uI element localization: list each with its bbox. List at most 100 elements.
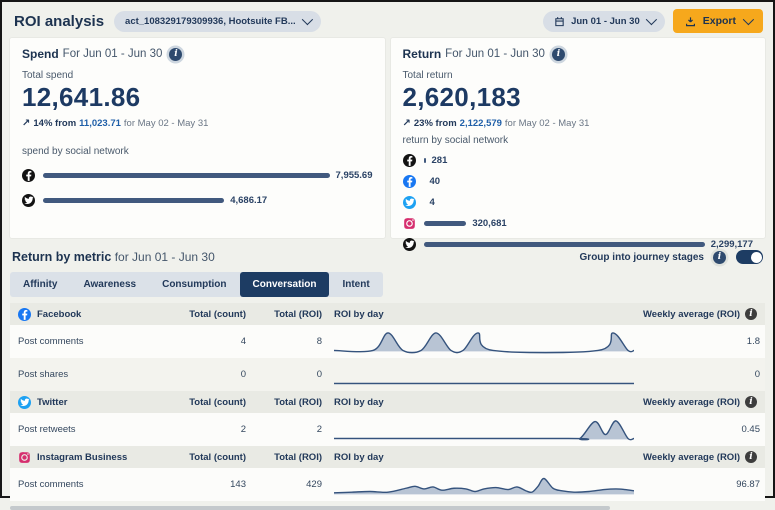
roi-sparkline bbox=[334, 362, 634, 388]
metric-total-count: 143 bbox=[166, 479, 246, 490]
tab-intent[interactable]: Intent bbox=[329, 272, 382, 297]
trend-up-icon bbox=[403, 118, 411, 129]
info-icon[interactable]: i bbox=[713, 251, 726, 264]
top-bar: ROI analysis act_108329179309936, Hootsu… bbox=[2, 2, 773, 38]
chevron-down-icon bbox=[645, 14, 656, 25]
total-return-label: Total return bbox=[403, 70, 754, 81]
info-icon[interactable]: i bbox=[745, 396, 757, 408]
info-icon[interactable]: i bbox=[169, 48, 182, 61]
metric-roi-by-day bbox=[322, 472, 634, 498]
network-name: Facebook bbox=[18, 308, 166, 321]
network-group-header: Instagram BusinessTotal (count)Total (RO… bbox=[10, 446, 765, 468]
metric-row: Post comments481.8 bbox=[10, 325, 765, 358]
metric-total-roi: 0 bbox=[246, 369, 322, 380]
return-delta: 23% from 2,122,579 for May 02 - May 31 bbox=[403, 118, 754, 129]
column-header-weekly-average: Weekly average (ROI) i bbox=[631, 451, 757, 463]
network-bar bbox=[43, 198, 224, 203]
spend-card: Spend For Jun 01 - Jun 30 i Total spend … bbox=[10, 38, 385, 238]
network-group-header: TwitterTotal (count)Total (ROI)ROI by da… bbox=[10, 391, 765, 413]
roi-sparkline bbox=[334, 417, 634, 443]
info-icon[interactable]: i bbox=[745, 451, 757, 463]
metric-row: Post comments14342996.87 bbox=[10, 468, 765, 501]
facebook-icon bbox=[403, 154, 416, 167]
tab-conversation[interactable]: Conversation bbox=[240, 272, 330, 297]
weekly-average-label: Weekly average (ROI) bbox=[643, 452, 740, 463]
network-bar-value: 281 bbox=[432, 155, 448, 166]
twitter-icon bbox=[403, 238, 416, 251]
spend-chart-label: spend by social network bbox=[22, 146, 373, 157]
info-icon[interactable]: i bbox=[745, 308, 757, 320]
summary-cards: Spend For Jun 01 - Jun 30 i Total spend … bbox=[10, 38, 765, 238]
network-bar-value: 4 bbox=[430, 197, 435, 208]
chevron-down-icon bbox=[743, 14, 754, 25]
network-bar-value: 4,686.17 bbox=[230, 195, 267, 206]
horizontal-scrollbar[interactable] bbox=[10, 506, 610, 510]
return-card-title: Return bbox=[403, 47, 442, 61]
date-range-picker[interactable]: Jun 01 - Jun 30 bbox=[543, 11, 665, 32]
network-bar-row: 4 bbox=[403, 196, 754, 209]
roi-sparkline bbox=[334, 329, 634, 355]
chevron-down-icon bbox=[301, 14, 312, 25]
account-dropdown-label: act_108329179309936, Hootsuite FB... bbox=[125, 16, 296, 27]
tab-consumption[interactable]: Consumption bbox=[149, 272, 239, 297]
network-name-label: Facebook bbox=[37, 309, 81, 320]
network-name: Twitter bbox=[18, 396, 166, 409]
metric-name: Post comments bbox=[18, 336, 166, 347]
metric-weekly-average: 1.8 bbox=[634, 336, 760, 347]
return-by-metric-header: Return by metric for Jun 01 - Jun 30 Gro… bbox=[12, 250, 763, 264]
return-by-network-chart: return by social network 281404320,6812,… bbox=[403, 135, 754, 251]
export-button[interactable]: Export bbox=[673, 9, 763, 33]
metric-roi-by-day bbox=[322, 417, 634, 443]
metric-name: Post shares bbox=[18, 369, 166, 380]
column-header-total-roi: Total (ROI) bbox=[246, 309, 322, 320]
twitter-icon bbox=[403, 196, 416, 209]
metric-weekly-average: 0.45 bbox=[634, 424, 760, 435]
column-header-weekly-average: Weekly average (ROI) i bbox=[631, 308, 757, 320]
network-bar-value: 320,681 bbox=[472, 218, 506, 229]
network-name: Instagram Business bbox=[18, 451, 166, 464]
return-previous-value-link[interactable]: 2,122,579 bbox=[460, 118, 502, 129]
instagram-icon bbox=[403, 217, 416, 230]
column-header-roi-by-day: ROI by day bbox=[322, 309, 631, 320]
roi-sparkline bbox=[334, 472, 634, 498]
journey-toggle-label: Group into journey stages bbox=[580, 252, 704, 263]
spend-by-network-chart: spend by social network 7,955.69 4,686.17 bbox=[22, 146, 373, 207]
network-bar bbox=[424, 242, 705, 247]
info-icon[interactable]: i bbox=[552, 48, 565, 61]
metric-weekly-average: 0 bbox=[634, 369, 760, 380]
twitter-icon bbox=[18, 396, 31, 409]
column-header-roi-by-day: ROI by day bbox=[322, 452, 631, 463]
metric-roi-by-day bbox=[322, 362, 634, 388]
metric-total-roi: 8 bbox=[246, 336, 322, 347]
date-range-label: Jun 01 - Jun 30 bbox=[571, 16, 640, 27]
roi-analysis-page: { "colors": { "accent_orange": "#F6A81C"… bbox=[0, 0, 775, 498]
trend-up-icon bbox=[22, 118, 30, 129]
spend-delta-text: 14% from bbox=[33, 118, 76, 129]
column-header-total-count: Total (count) bbox=[166, 309, 246, 320]
tab-awareness[interactable]: Awareness bbox=[70, 272, 149, 297]
metric-total-count: 2 bbox=[166, 424, 246, 435]
facebook-icon bbox=[18, 308, 31, 321]
toggle-knob bbox=[751, 252, 762, 263]
instagram-icon bbox=[18, 451, 31, 464]
weekly-average-label: Weekly average (ROI) bbox=[643, 309, 740, 320]
network-bar-value: 7,955.69 bbox=[336, 170, 373, 181]
metric-total-count: 0 bbox=[166, 369, 246, 380]
spend-delta-period: for May 02 - May 31 bbox=[124, 118, 208, 129]
return-card-subtitle: For Jun 01 - Jun 30 bbox=[445, 48, 545, 60]
tab-affinity[interactable]: Affinity bbox=[10, 272, 70, 297]
total-spend-value: 12,641.86 bbox=[22, 82, 373, 113]
metric-total-roi: 2 bbox=[246, 424, 322, 435]
column-header-total-count: Total (count) bbox=[166, 452, 246, 463]
return-delta-text: 23% from bbox=[414, 118, 457, 129]
account-dropdown[interactable]: act_108329179309936, Hootsuite FB... bbox=[114, 11, 321, 32]
network-bar-row: 40 bbox=[403, 175, 754, 188]
metric-roi-by-day bbox=[322, 329, 634, 355]
network-bar bbox=[43, 173, 330, 178]
section-subtitle: for Jun 01 - Jun 30 bbox=[115, 250, 215, 264]
spend-previous-value-link[interactable]: 11,023.71 bbox=[79, 118, 121, 129]
return-delta-period: for May 02 - May 31 bbox=[505, 118, 589, 129]
network-bar-value: 2,299,177 bbox=[711, 239, 753, 250]
journey-stages-toggle[interactable] bbox=[736, 250, 763, 264]
metric-tabs: AffinityAwarenessConsumptionConversation… bbox=[10, 272, 383, 297]
